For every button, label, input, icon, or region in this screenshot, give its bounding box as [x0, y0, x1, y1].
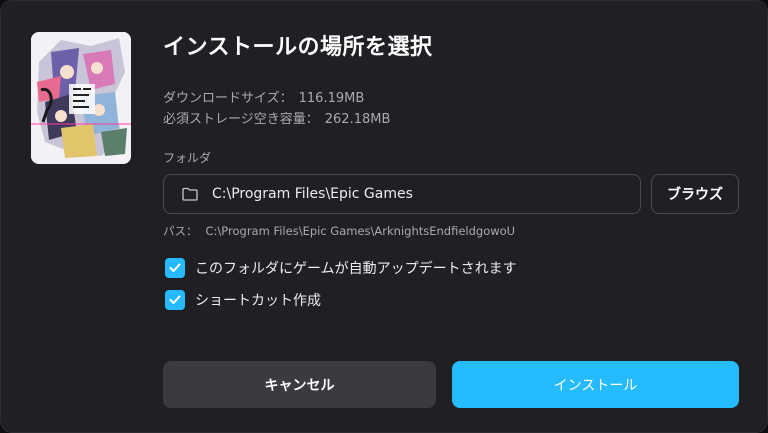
required-space-label: 必須ストレージ空き容量：	[163, 112, 319, 127]
download-size-line: ダウンロードサイズ： 116.19MB	[163, 87, 364, 106]
cancel-button[interactable]: キャンセル	[163, 361, 436, 408]
folder-icon	[182, 186, 198, 202]
install-path-label: パス：	[163, 224, 198, 238]
install-path-line: パス： C:\Program Files\Epic Games\Arknights…	[163, 223, 515, 239]
shortcut-option[interactable]: ショートカット作成	[165, 290, 321, 310]
auto-update-option[interactable]: このフォルダにゲームが自動アップデートされます	[165, 258, 517, 278]
download-size-value: 116.19MB	[298, 91, 365, 106]
download-size-label: ダウンロードサイズ：	[163, 91, 293, 106]
auto-update-label: このフォルダにゲームが自動アップデートされます	[195, 261, 517, 277]
checkmark-icon	[169, 295, 181, 304]
folder-label: フォルダ	[163, 151, 212, 165]
shortcut-checkbox[interactable]	[165, 290, 185, 310]
auto-update-checkbox[interactable]	[165, 258, 185, 278]
game-cover-image	[31, 32, 131, 164]
required-space-line: 必須ストレージ空き容量： 262.18MB	[163, 108, 390, 127]
checkmark-icon	[169, 263, 181, 272]
install-path-value: C:\Program Files\Epic Games\ArknightsEnd…	[205, 224, 516, 238]
shortcut-label: ショートカット作成	[195, 293, 321, 309]
folder-path-value: C:\Program Files\Epic Games	[212, 186, 413, 202]
dialog-title: インストールの場所を選択	[163, 35, 433, 60]
required-space-value: 262.18MB	[324, 112, 391, 127]
install-button[interactable]: インストール	[452, 361, 739, 408]
folder-path-field[interactable]: C:\Program Files\Epic Games	[163, 174, 641, 214]
install-location-dialog: インストールの場所を選択 ダウンロードサイズ： 116.19MB 必須ストレージ空…	[0, 0, 768, 433]
browse-button[interactable]: ブラウズ	[651, 174, 739, 214]
